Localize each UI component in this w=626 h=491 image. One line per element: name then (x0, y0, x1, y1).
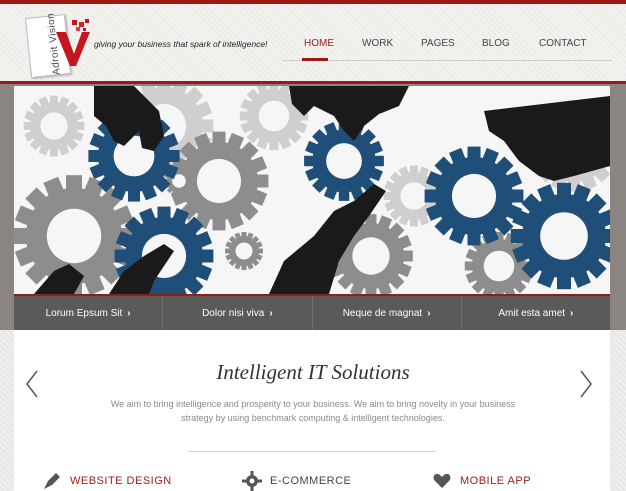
chevron-right-icon: › (127, 307, 131, 319)
quick-link-label: Dolor nisi viva (202, 307, 265, 319)
chevron-right-icon: › (427, 307, 431, 319)
quick-link-label: Amit esta amet (498, 307, 566, 319)
nav-work[interactable]: WORK (362, 38, 393, 49)
section-divider (188, 451, 436, 452)
gears-and-hands-illustration (14, 86, 610, 294)
pen-icon (44, 473, 60, 489)
feature-label: MOBILE APP (460, 475, 532, 487)
quick-link-3[interactable]: Neque de magnat › (313, 296, 462, 330)
quick-link-label: Neque de magnat (342, 307, 423, 319)
feature-label: E-COMMERCE (270, 475, 352, 487)
nav-active-indicator (302, 58, 328, 61)
intro-title: Intelligent IT Solutions (216, 360, 410, 384)
tagline: giving your business that spark of intel… (94, 39, 268, 49)
site-header: Adroit Vision giving your business that … (0, 4, 626, 84)
quick-links-bar: Lorum Epsum Sit › Dolor nisi viva › Nequ… (14, 294, 610, 330)
chevron-right-icon: › (269, 307, 273, 319)
heart-icon (433, 473, 451, 488)
quick-link-1[interactable]: Lorum Epsum Sit › (14, 296, 164, 330)
feature-website-design[interactable]: WEBSITE DESIGN (42, 470, 172, 491)
page-background-left (0, 330, 14, 491)
gear-icon (242, 471, 262, 491)
feature-mobile-app[interactable]: MOBILE APP (432, 470, 531, 491)
intro-text: We aim to bring intelligence and prosper… (110, 399, 516, 423)
feature-e-commerce[interactable]: E-COMMERCE (242, 470, 351, 491)
feature-label: WEBSITE DESIGN (70, 475, 172, 487)
logo[interactable]: Adroit Vision (22, 12, 90, 78)
nav-blog[interactable]: BLOG (482, 38, 510, 49)
nav-divider (282, 60, 612, 61)
hero-banner (14, 86, 610, 294)
page-background-right (610, 330, 626, 491)
quick-link-4[interactable]: Amit esta amet › (462, 296, 610, 330)
main-nav: HOME WORK PAGES BLOG CONTACT (282, 28, 612, 62)
nav-pages[interactable]: PAGES (421, 38, 455, 49)
nav-home[interactable]: HOME (304, 38, 334, 49)
chevron-right-icon: › (570, 307, 574, 319)
logo-v-icon (56, 19, 90, 66)
quick-link-label: Lorum Epsum Sit (45, 307, 123, 319)
quick-link-2[interactable]: Dolor nisi viva › (163, 296, 313, 330)
nav-contact[interactable]: CONTACT (539, 38, 587, 49)
